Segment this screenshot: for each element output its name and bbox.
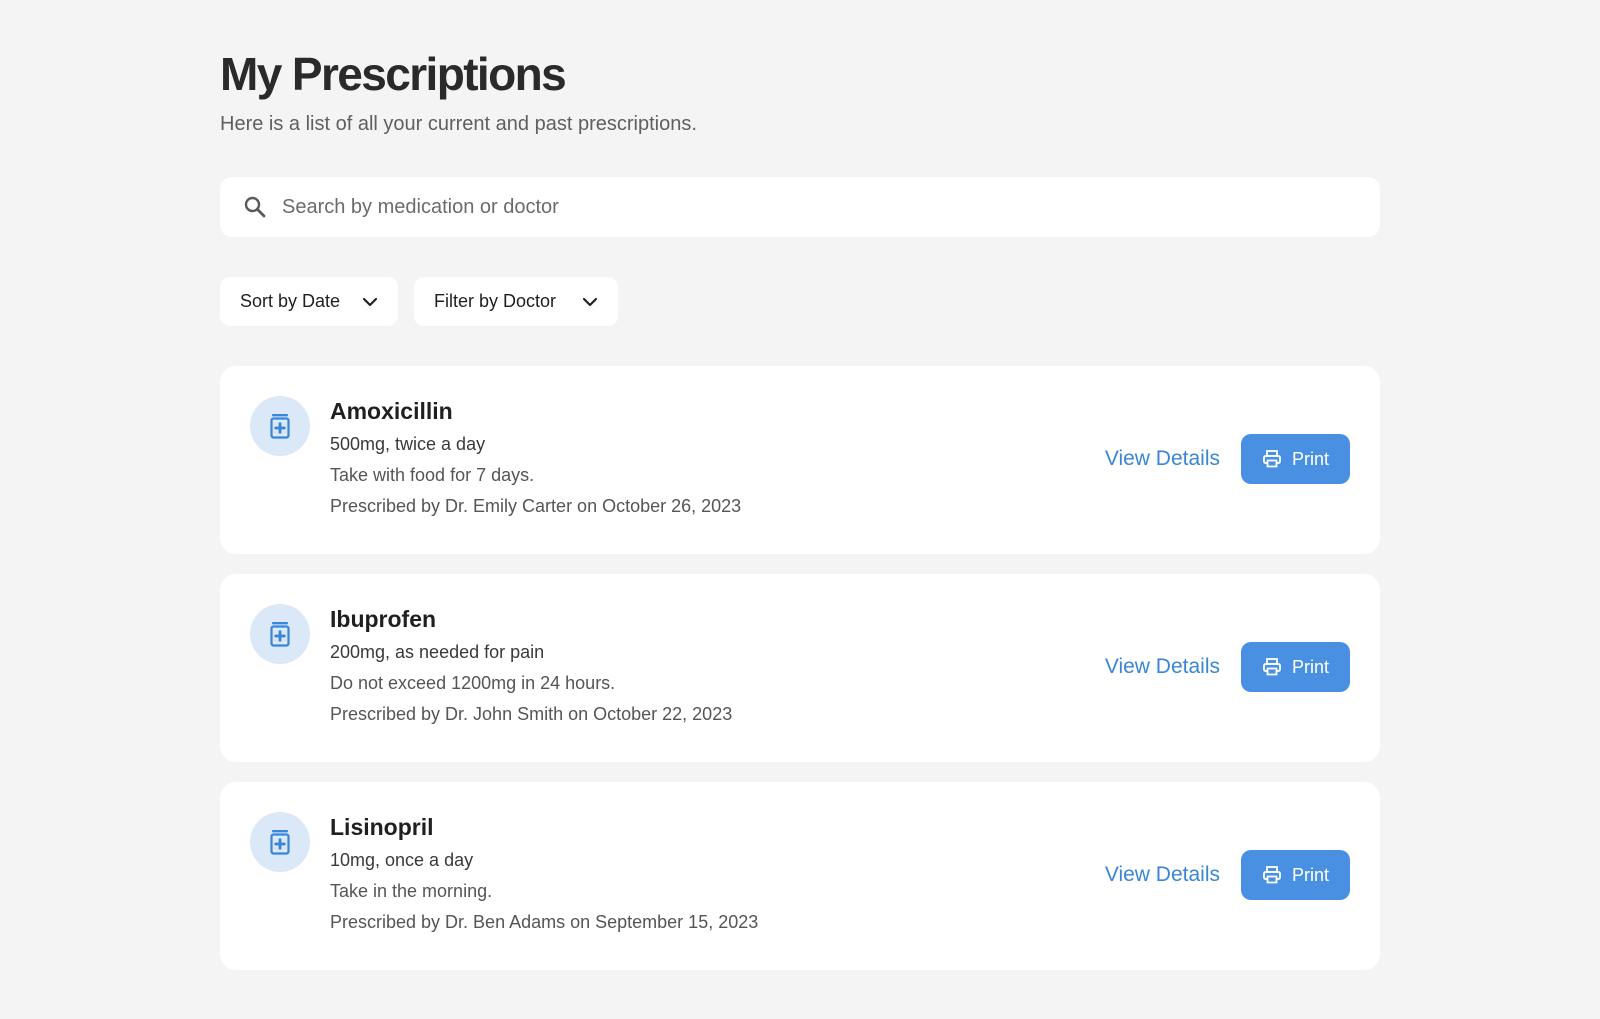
print-button[interactable]: Print	[1241, 850, 1350, 900]
print-button[interactable]: Print	[1241, 434, 1350, 484]
search-icon	[242, 194, 268, 220]
page-title: My Prescriptions	[220, 48, 567, 100]
sort-by-date-dropdown[interactable]: Sort by Date	[220, 277, 398, 326]
prescription-info: Ibuprofen 200mg, as needed for pain Do n…	[330, 604, 732, 727]
chevron-down-icon	[362, 294, 378, 310]
filter-by-doctor-dropdown[interactable]: Filter by Doctor	[414, 277, 618, 326]
medication-dosage: 10mg, once a day	[330, 850, 474, 870]
prescriptions-page: My Prescriptions Here is a list of all y…	[220, 0, 1380, 970]
search-input[interactable]	[280, 186, 1380, 228]
view-details-link[interactable]: View Details	[1105, 863, 1220, 887]
print-button-label: Print	[1291, 864, 1329, 885]
prescription-info: Amoxicillin 500mg, twice a day Take with…	[330, 396, 741, 519]
view-details-link[interactable]: View Details	[1105, 655, 1220, 679]
filter-dropdown-label: Filter by Doctor	[434, 291, 557, 311]
sort-dropdown-label: Sort by Date	[240, 291, 341, 311]
prescriber-info: Prescribed by Dr. Emily Carter on Octobe…	[330, 496, 742, 516]
medication-name: Ibuprofen	[330, 606, 437, 632]
card-actions: View Details Print	[1105, 850, 1350, 900]
filter-bar: Sort by Date Filter by Doctor	[220, 277, 1380, 326]
prescription-card: Amoxicillin 500mg, twice a day Take with…	[220, 366, 1380, 554]
view-details-link[interactable]: View Details	[1105, 447, 1220, 471]
medication-name: Amoxicillin	[330, 398, 453, 424]
medication-bottle-icon	[250, 812, 310, 872]
prescription-list: Amoxicillin 500mg, twice a day Take with…	[220, 366, 1380, 970]
card-actions: View Details Print	[1105, 642, 1350, 692]
printer-icon	[1262, 865, 1282, 885]
print-button-label: Print	[1291, 448, 1329, 469]
printer-icon	[1262, 657, 1282, 677]
prescription-card: Ibuprofen 200mg, as needed for pain Do n…	[220, 574, 1380, 762]
print-button-label: Print	[1291, 656, 1329, 677]
medication-note: Take with food for 7 days.	[330, 465, 535, 485]
medication-bottle-icon	[250, 396, 310, 456]
search-bar[interactable]	[220, 177, 1380, 237]
medication-note: Do not exceed 1200mg in 24 hours.	[330, 673, 616, 693]
prescriber-info: Prescribed by Dr. Ben Adams on September…	[330, 912, 759, 932]
medication-bottle-icon	[250, 604, 310, 664]
medication-dosage: 500mg, twice a day	[330, 434, 486, 454]
chevron-down-icon	[582, 294, 598, 310]
prescriber-info: Prescribed by Dr. John Smith on October …	[330, 704, 733, 724]
card-actions: View Details Print	[1105, 434, 1350, 484]
medication-dosage: 200mg, as needed for pain	[330, 642, 545, 662]
print-button[interactable]: Print	[1241, 642, 1350, 692]
medication-note: Take in the morning.	[330, 881, 493, 901]
prescription-card: Lisinopril 10mg, once a day Take in the …	[220, 782, 1380, 970]
page-subtitle: Here is a list of all your current and p…	[220, 113, 697, 135]
medication-name: Lisinopril	[330, 814, 434, 840]
prescription-info: Lisinopril 10mg, once a day Take in the …	[330, 812, 758, 935]
printer-icon	[1262, 449, 1282, 469]
